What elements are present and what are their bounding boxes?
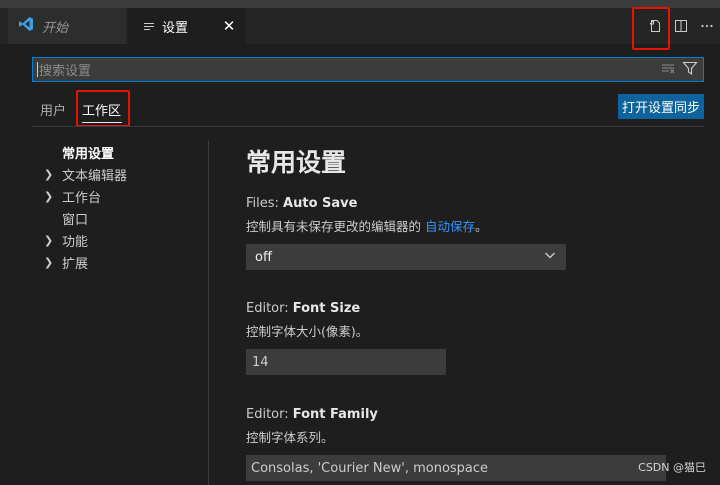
clear-filter-icon[interactable] (660, 60, 676, 80)
more-actions-icon[interactable] (694, 13, 720, 39)
vscode-logo-icon (18, 16, 34, 36)
watermark: CSDN @猫巳 (638, 461, 706, 474)
setting-category: Editor: (246, 407, 293, 422)
settings-toc: 常用设置 ❯ 文本编辑器 ❯ 工作台 窗口 ❯ 功能 ❯ 扩展 (44, 141, 204, 273)
tab-settings-label: 设置 (162, 20, 189, 36)
chevron-right-icon: ❯ (44, 189, 54, 203)
setting-font-size: Editor: Font Size 控制字体大小(像素)。 14 (246, 301, 446, 375)
close-icon[interactable]: ✕ (220, 17, 238, 35)
tab-user-settings[interactable]: 用户 (40, 100, 66, 119)
auto-save-link[interactable]: 自动保存 (425, 219, 475, 234)
setting-category: Files: (246, 196, 284, 211)
setting-auto-save: Files: Auto Save 控制具有未保存更改的编辑器的 自动保存。 of… (246, 196, 566, 270)
toc-item-window[interactable]: 窗口 (44, 207, 204, 229)
setting-title: Editor: Font Size (246, 301, 446, 316)
font-size-input[interactable]: 14 (246, 349, 446, 375)
toc-item-text-editor[interactable]: ❯ 文本编辑器 (44, 163, 204, 185)
setting-name: Font Family (292, 407, 378, 422)
split-editor-icon[interactable] (668, 13, 694, 39)
select-value: off (255, 249, 272, 265)
chevron-right-icon: ❯ (44, 255, 54, 269)
tab-start[interactable]: 开始 (8, 8, 126, 44)
search-settings-box[interactable]: 搜索设置 (32, 57, 704, 82)
section-title: 常用设置 (246, 148, 347, 177)
text-caret (37, 62, 38, 77)
open-settings-sync-button[interactable]: 打开设置同步 (618, 94, 704, 119)
toc-item-workbench[interactable]: ❯ 工作台 (44, 185, 204, 207)
toc-item-extensions[interactable]: ❯ 扩展 (44, 251, 204, 273)
title-bar-strip (0, 0, 720, 8)
toc-item-label: 常用设置 (62, 146, 115, 162)
toc-item-label: 工作台 (62, 190, 102, 206)
highlight-box-workspace (76, 90, 130, 127)
filter-icon[interactable] (682, 60, 698, 80)
toc-item-label: 文本编辑器 (62, 168, 128, 184)
search-input[interactable]: 搜索设置 (39, 60, 660, 79)
setting-name: Auto Save (283, 196, 358, 211)
toc-divider (208, 141, 209, 485)
setting-description: 控制字体大小(像素)。 (246, 324, 369, 339)
font-family-input[interactable]: Consolas, 'Courier New', monospace (246, 455, 666, 481)
setting-title: Files: Auto Save (246, 196, 566, 211)
toc-item-label: 窗口 (62, 212, 89, 228)
tab-start-label: 开始 (42, 20, 69, 36)
toc-item-label: 功能 (62, 234, 89, 250)
header-divider (32, 126, 704, 127)
setting-description: 控制具有未保存更改的编辑器的 自动保存。 (246, 219, 488, 234)
auto-save-select[interactable]: off (246, 244, 566, 270)
highlight-box-open-json (632, 7, 670, 50)
chevron-down-icon (543, 248, 557, 266)
setting-category: Editor: (246, 301, 293, 316)
toc-item-label: 扩展 (62, 256, 89, 272)
editor-tab-bar: 开始 设置 ✕ (0, 0, 720, 44)
chevron-right-icon: ❯ (44, 167, 54, 181)
chevron-right-icon: ❯ (44, 233, 54, 247)
toc-item-common[interactable]: 常用设置 (44, 141, 204, 163)
toc-item-features[interactable]: ❯ 功能 (44, 229, 204, 251)
settings-editor-icon (144, 22, 154, 30)
setting-description: 控制字体系列。 (246, 430, 334, 445)
tab-settings[interactable]: 设置 ✕ (128, 8, 246, 44)
setting-title: Editor: Font Family (246, 407, 666, 422)
setting-name: Font Size (292, 301, 361, 316)
setting-font-family: Editor: Font Family 控制字体系列。 Consolas, 'C… (246, 407, 666, 481)
